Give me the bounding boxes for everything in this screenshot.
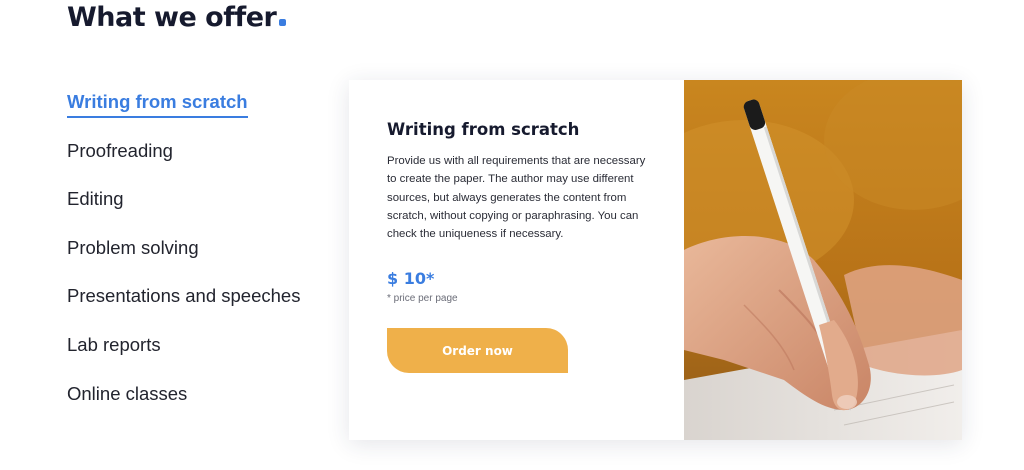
nav-item-label: Editing	[67, 188, 124, 210]
service-nav-item-editing[interactable]: Editing	[67, 185, 300, 234]
nav-item-label: Writing from scratch	[67, 88, 248, 118]
order-now-button[interactable]: Order now	[387, 328, 568, 374]
service-nav-item-proofreading[interactable]: Proofreading	[67, 137, 300, 186]
card-title: Writing from scratch	[387, 120, 580, 139]
section-heading: What we offer	[67, 2, 287, 33]
price-value: $ 10*	[387, 269, 435, 289]
service-card-body: Writing from scratch Provide us with all…	[349, 80, 684, 440]
nav-item-label: Online classes	[67, 382, 188, 404]
title-accent-dot	[279, 19, 287, 26]
service-nav: Writing from scratch Proofreading Editin…	[67, 88, 300, 428]
hand-writing-photo-icon	[684, 80, 962, 440]
services-section: What we offer Writing from scratch Proof…	[0, 0, 1024, 470]
nav-item-label: Presentations and speeches	[67, 285, 301, 307]
card-description: Provide us with all requirements that ar…	[387, 155, 646, 241]
price-note: * price per page	[387, 293, 458, 305]
service-nav-item-writing-from-scratch[interactable]: Writing from scratch	[67, 88, 300, 137]
service-nav-item-presentations-and-speeches[interactable]: Presentations and speeches	[67, 282, 300, 331]
service-card: Writing from scratch Provide us with all…	[349, 80, 962, 440]
service-nav-item-online-classes[interactable]: Online classes	[67, 380, 300, 429]
nav-item-label: Problem solving	[67, 236, 199, 258]
section-title-text: What we offer	[67, 2, 277, 33]
service-nav-item-problem-solving[interactable]: Problem solving	[67, 234, 300, 283]
nav-item-label: Proofreading	[67, 139, 173, 161]
nav-item-label: Lab reports	[67, 333, 161, 355]
service-nav-item-lab-reports[interactable]: Lab reports	[67, 331, 300, 380]
